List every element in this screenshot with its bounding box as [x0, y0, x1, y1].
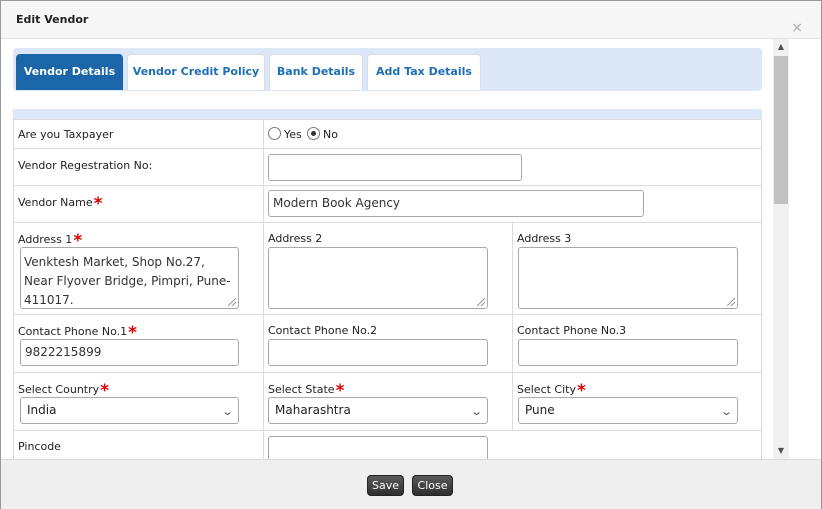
phone3-input[interactable] [518, 339, 738, 366]
taxpayer-no-radio[interactable] [307, 127, 320, 140]
phone2-label: Contact Phone No.2 [268, 324, 378, 337]
reg-no-input[interactable] [268, 154, 522, 181]
edit-vendor-dialog: Edit Vendor × Vendor Details Vendor Cred… [0, 0, 822, 509]
dialog-titlebar: Edit Vendor × [1, 1, 821, 39]
tab-vendor-credit-policy[interactable]: Vendor Credit Policy [127, 54, 265, 90]
close-button[interactable]: Close [412, 475, 453, 496]
vendor-details-panel: Are you Taxpayer Yes No Vendor Regestrat… [13, 109, 762, 459]
vendor-name-row: Vendor Name* Modern Book Agency [14, 185, 761, 222]
vendor-name-input[interactable]: Modern Book Agency [268, 190, 644, 217]
address3-label: Address 3 [517, 232, 572, 245]
country-select[interactable]: India ⌄ [20, 397, 239, 424]
taxpayer-label: Are you Taxpayer [18, 128, 114, 141]
tab-bank-details[interactable]: Bank Details [269, 54, 363, 90]
address3-textarea[interactable] [518, 247, 738, 309]
state-label: Select State* [268, 381, 345, 401]
city-label: Select City* [517, 381, 586, 401]
phone2-input[interactable] [268, 339, 488, 366]
location-row: Select Country* India ⌄ Select State* Mah… [14, 372, 761, 430]
state-select[interactable]: Maharashtra ⌄ [268, 397, 488, 424]
tab-vendor-details[interactable]: Vendor Details [16, 54, 123, 90]
address1-label: Address 1* [18, 231, 83, 251]
tab-bar: Vendor Details Vendor Credit Policy Bank… [13, 48, 762, 91]
tab-add-tax-details[interactable]: Add Tax Details [367, 54, 481, 90]
reg-no-label: Vendor Regestration No: [18, 159, 153, 172]
country-label: Select Country* [18, 381, 110, 401]
scroll-up-icon[interactable]: ▲ [773, 39, 789, 55]
reg-no-row: Vendor Regestration No: [14, 148, 761, 185]
pincode-label: Pincode [18, 440, 61, 453]
dialog-title: Edit Vendor [16, 13, 89, 26]
address1-textarea[interactable]: Venktesh Market, Shop No.27, Near Flyove… [20, 247, 239, 309]
phone1-input[interactable]: 9822215899 [20, 339, 239, 366]
pincode-input[interactable] [268, 436, 488, 459]
taxpayer-yes-radio[interactable] [268, 127, 281, 140]
vendor-name-label: Vendor Name* [18, 194, 103, 214]
pincode-row: Pincode [14, 430, 761, 459]
save-button[interactable]: Save [367, 475, 404, 496]
vertical-scrollbar[interactable]: ▲ ▼ [773, 39, 789, 459]
address2-label: Address 2 [268, 232, 323, 245]
scroll-thumb[interactable] [774, 56, 788, 204]
chevron-down-icon: ⌄ [220, 405, 234, 418]
taxpayer-yes-label: Yes [284, 128, 302, 141]
city-select[interactable]: Pune ⌄ [518, 397, 738, 424]
taxpayer-row: Are you Taxpayer Yes No [14, 119, 761, 148]
dialog-content: Vendor Details Vendor Credit Policy Bank… [1, 39, 773, 459]
chevron-down-icon: ⌄ [719, 405, 733, 418]
taxpayer-no-label: No [323, 128, 338, 141]
dialog-footer: Save Close [1, 459, 821, 509]
close-icon[interactable]: × [791, 21, 803, 35]
scroll-down-icon[interactable]: ▼ [773, 443, 789, 459]
phone3-label: Contact Phone No.3 [517, 324, 627, 337]
address2-textarea[interactable] [268, 247, 488, 309]
chevron-down-icon: ⌄ [469, 405, 483, 418]
phone-row: Contact Phone No.1* 9822215899 Contact P… [14, 314, 761, 372]
panel-header-bar [13, 109, 762, 119]
address-row: Address 1* Venktesh Market, Shop No.27, … [14, 222, 761, 314]
phone1-label: Contact Phone No.1* [18, 323, 138, 343]
